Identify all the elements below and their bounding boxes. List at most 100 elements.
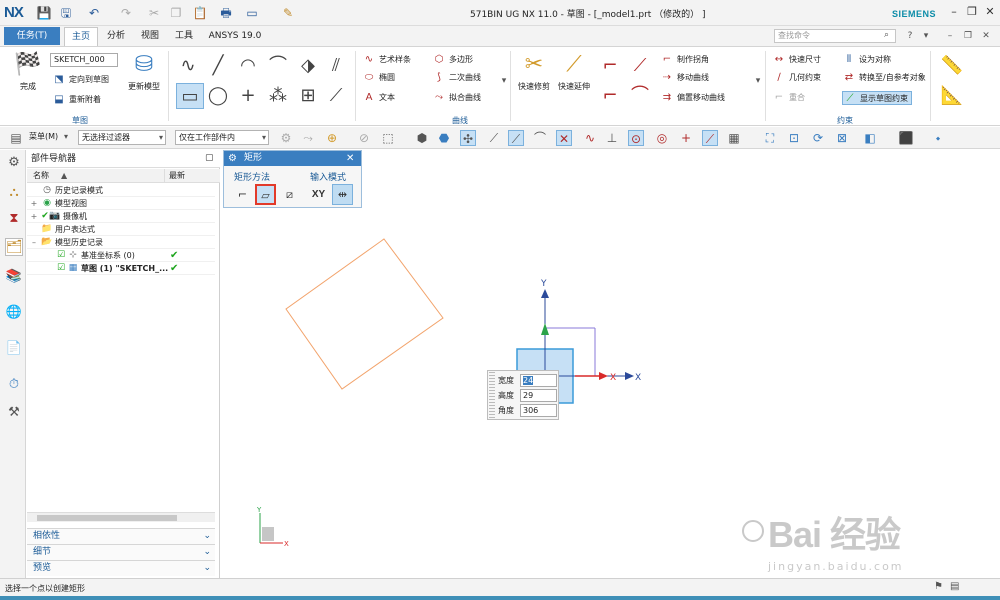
doc-minimize-icon[interactable]: – bbox=[944, 30, 956, 42]
sort-ascending-icon[interactable]: ▲ bbox=[61, 169, 67, 183]
snap-curve-icon[interactable]: ∿ bbox=[582, 130, 598, 146]
tab-ansys[interactable]: ANSYS 19.0 bbox=[204, 27, 266, 46]
tree-row-history-mode[interactable]: ◷ 历史记录模式 bbox=[27, 184, 215, 197]
checkbox-checked-icon[interactable]: ☑ bbox=[55, 262, 67, 275]
undo-icon[interactable]: ↶ bbox=[86, 5, 102, 21]
tree-row-cameras[interactable]: + ✔ 📷 摄像机 bbox=[27, 210, 215, 223]
collapse-icon[interactable]: – bbox=[29, 236, 39, 249]
ellipse-button[interactable]: ⬭ 椭圆 bbox=[362, 71, 395, 85]
move-curve-button[interactable]: ⇢ 移动曲线 bbox=[660, 71, 709, 85]
two-point-rectangle-button[interactable]: ⌐ bbox=[232, 184, 253, 205]
close-icon[interactable]: ✕ bbox=[982, 4, 998, 20]
rectangle-icon[interactable]: ▭ bbox=[176, 83, 204, 109]
menu-icon[interactable]: ▤ bbox=[8, 130, 24, 146]
tree-row-sketch[interactable]: ☑ ▦ 草图 (1) "SKETCH_... ✔ bbox=[27, 262, 215, 275]
deselect-icon[interactable]: ⊘ bbox=[356, 130, 372, 146]
orient-to-sketch-button[interactable]: ⬔ 定向到草图 bbox=[52, 73, 109, 87]
display-options-icon[interactable]: ⬩ bbox=[930, 130, 946, 146]
reattach-button[interactable]: ⬓ 重新附着 bbox=[52, 93, 101, 107]
set-symmetric-button[interactable]: ⫴ 设为对称 bbox=[842, 53, 891, 67]
angle-input[interactable]: 306 bbox=[520, 404, 557, 417]
panel-details[interactable]: 细节 ⌄ bbox=[27, 544, 215, 560]
mirror-curve-icon[interactable]: ⟋ bbox=[322, 83, 350, 109]
search-icon[interactable]: ⌕ bbox=[884, 30, 889, 40]
add-select-icon[interactable]: ⊕ bbox=[324, 130, 340, 146]
zoom-icon[interactable]: ⊡ bbox=[786, 130, 802, 146]
pattern-curve-icon[interactable]: ⊞ bbox=[294, 83, 322, 109]
maximize-icon[interactable]: ▢ bbox=[205, 153, 214, 163]
fit-curve-button[interactable]: ⤳ 拟合曲线 bbox=[432, 91, 481, 105]
redo-icon[interactable]: ↷ bbox=[118, 5, 134, 21]
assembly-filter-icon[interactable]: ⚙ bbox=[278, 130, 294, 146]
settings-icon[interactable]: ⚙ bbox=[5, 154, 23, 172]
snap-on-curve-icon[interactable]: ⟋ bbox=[702, 130, 718, 146]
line-icon[interactable]: ╱ bbox=[204, 53, 232, 79]
sketch-name-select[interactable]: SKETCH_000 bbox=[50, 53, 118, 67]
height-input[interactable]: 29 bbox=[520, 389, 557, 402]
snap-center-icon[interactable]: ⊙ bbox=[628, 130, 644, 146]
save-all-icon[interactable]: 🖫 bbox=[58, 5, 74, 21]
tab-home[interactable]: 主页 bbox=[64, 27, 98, 46]
snap-tangent-icon[interactable]: ⊥ bbox=[604, 130, 620, 146]
face-filter-icon[interactable]: ⬢ bbox=[414, 130, 430, 146]
corner-icon[interactable]: ⌐ bbox=[596, 53, 624, 79]
quick-trim-button[interactable]: ✂ 快速修剪 bbox=[514, 51, 554, 92]
fit-view-icon[interactable]: ⛶ bbox=[762, 130, 778, 146]
shaded-icon[interactable]: ⬛ bbox=[898, 130, 914, 146]
doc-close-icon[interactable]: ✕ bbox=[980, 30, 992, 42]
measure-icon[interactable]: 📐 bbox=[938, 83, 966, 109]
horizontal-scrollbar[interactable] bbox=[27, 512, 215, 522]
expand-icon[interactable]: + bbox=[29, 210, 39, 223]
text-button[interactable]: A 文本 bbox=[362, 91, 395, 105]
view-orient-icon[interactable]: ⊠ bbox=[834, 130, 850, 146]
restore-icon[interactable]: ❐ bbox=[964, 4, 980, 20]
more-curves-chevron-icon[interactable]: ▾ bbox=[498, 75, 510, 87]
conic-button[interactable]: ⟆ 二次曲线 bbox=[432, 71, 481, 85]
doc-restore-icon[interactable]: ❐ bbox=[962, 30, 974, 42]
center-rectangle-button[interactable]: ⧄ bbox=[279, 184, 300, 205]
grid-icon[interactable]: ▦ bbox=[726, 130, 742, 146]
part-navigator-icon[interactable]: 🗂 bbox=[5, 238, 23, 256]
scrollbar-thumb[interactable] bbox=[37, 515, 177, 521]
gear-icon[interactable]: ⚙ bbox=[228, 151, 237, 166]
derived-line-icon[interactable]: ⫽ bbox=[322, 53, 350, 79]
panel-preview[interactable]: 预览 ⌄ bbox=[27, 560, 215, 576]
tree-row-model-views[interactable]: + ◉ 模型视图 bbox=[27, 197, 215, 210]
quick-extend-button[interactable]: ⟋ 快速延伸 bbox=[554, 51, 594, 92]
render-style-icon[interactable]: ◧ bbox=[862, 130, 878, 146]
make-corner-button[interactable]: ⌐ 制作拐角 bbox=[660, 53, 709, 67]
body-filter-icon[interactable]: ⬣ bbox=[436, 130, 452, 146]
clock-icon[interactable]: ⏱ bbox=[5, 376, 23, 394]
parameter-mode-button[interactable]: ⇹ bbox=[332, 184, 353, 205]
constraint-navigator-icon[interactable]: ⧗ bbox=[5, 210, 23, 228]
circle-icon[interactable]: ◯ bbox=[204, 83, 232, 109]
quick-dimension-button[interactable]: ↔ 快速尺寸 bbox=[772, 53, 821, 67]
geometric-constraint-button[interactable]: ∕ 几何约束 bbox=[772, 71, 821, 85]
three-point-rectangle-button[interactable]: ▱ bbox=[255, 184, 276, 205]
update-model-button[interactable]: ⛁ 更新模型 bbox=[122, 51, 166, 92]
tree-row-datum-csys[interactable]: ☑ ⊹ 基准坐标系 (0) ✔ bbox=[27, 249, 215, 262]
copy-icon[interactable]: ❐ bbox=[168, 5, 184, 21]
tab-task[interactable]: 任务(T) bbox=[4, 27, 60, 45]
polygon-button[interactable]: ⬡ 多边形 bbox=[432, 53, 473, 67]
panel-dependencies[interactable]: 相依性 ⌄ bbox=[27, 528, 215, 544]
select-all-icon[interactable]: ⤳ bbox=[300, 130, 316, 146]
finish-sketch-button[interactable]: 🏁 完成 bbox=[8, 51, 48, 92]
snap-endpoint-icon[interactable]: ⟋ bbox=[486, 130, 502, 146]
paste-icon[interactable]: 📋 bbox=[192, 5, 208, 21]
tab-view[interactable]: 视图 bbox=[134, 27, 166, 46]
selection-scope-select[interactable]: 仅在工作部件内 bbox=[175, 130, 269, 145]
snap-quadrant-icon[interactable]: ◎ bbox=[654, 130, 670, 146]
column-name[interactable]: 名称 bbox=[33, 169, 49, 183]
offset-move-curve-button[interactable]: ⇉ 偏置移动曲线 bbox=[660, 91, 725, 105]
art-spline-button[interactable]: ∿ 艺术样条 bbox=[362, 53, 411, 67]
history-icon[interactable]: 📄 bbox=[5, 340, 23, 358]
make-corner-icon[interactable]: ⌐ bbox=[596, 83, 624, 109]
arc-icon[interactable]: ◠ bbox=[234, 53, 262, 79]
more-edit-chevron-icon[interactable]: ▾ bbox=[752, 75, 764, 87]
status-window-icon[interactable]: ▤ bbox=[950, 581, 959, 592]
coincident-button[interactable]: ⌐ 重合 bbox=[772, 91, 805, 105]
tree-row-model-history[interactable]: – 📂 模型历史记录 bbox=[27, 236, 215, 249]
profile-icon[interactable]: ∿ bbox=[174, 53, 202, 79]
snap-midpoint-icon[interactable]: ⟋ bbox=[508, 130, 524, 146]
